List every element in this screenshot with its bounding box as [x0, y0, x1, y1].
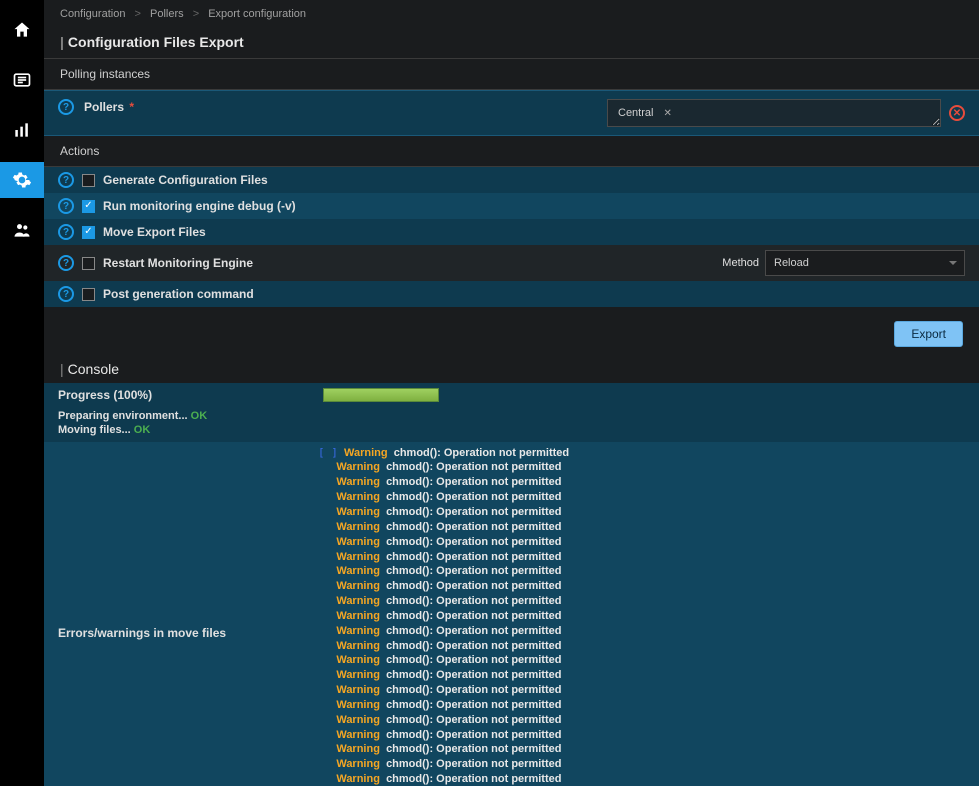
users-icon: [12, 220, 32, 240]
status-lines: Preparing environment... OKMoving files.…: [44, 407, 979, 442]
sidebar-item-home[interactable]: [0, 12, 44, 48]
warning-line: Warning chmod(): Operation not permitted: [318, 639, 569, 654]
action-row-debug: ? Run monitoring engine debug (-v): [44, 193, 979, 219]
gear-icon: [12, 170, 32, 190]
errors-content: [ ] Warning chmod(): Operation not permi…: [318, 446, 569, 786]
warning-line: Warning chmod(): Operation not permitted: [318, 520, 569, 535]
sidebar-item-reports[interactable]: [0, 112, 44, 148]
warning-line: Warning chmod(): Operation not permitted: [318, 698, 569, 713]
clear-all-icon[interactable]: ✕: [949, 105, 965, 121]
action-row-postcmd: ? Post generation command: [44, 281, 979, 307]
warning-line: Warning chmod(): Operation not permitted: [318, 668, 569, 683]
pollers-label: Pollers *: [84, 99, 134, 114]
action-row-move: ? Move Export Files: [44, 219, 979, 245]
console-title: |Console: [44, 357, 979, 383]
warning-line: Warning chmod(): Operation not permitted: [318, 505, 569, 520]
sidebar: [0, 0, 44, 786]
actions-list: ? Generate Configuration Files? Run monito…: [44, 167, 979, 307]
warning-line: [ ] Warning chmod(): Operation not permi…: [318, 446, 569, 461]
main-content: Configuration > Pollers > Export configu…: [44, 0, 979, 786]
action-label: Post generation command: [103, 287, 254, 301]
warning-line: Warning chmod(): Operation not permitted: [318, 653, 569, 668]
checkbox-move[interactable]: [82, 226, 95, 239]
status-line: Moving files... OK: [58, 423, 965, 437]
warning-line: Warning chmod(): Operation not permitted: [318, 460, 569, 475]
section-polling-instances: Polling instances: [44, 59, 979, 89]
poller-tag: Central ✕: [614, 106, 676, 120]
breadcrumb-part[interactable]: Pollers: [150, 8, 184, 20]
warning-line: Warning chmod(): Operation not permitted: [318, 728, 569, 743]
method-label: Method: [722, 257, 759, 269]
tag-remove-icon[interactable]: ✕: [663, 108, 671, 119]
help-icon[interactable]: ?: [58, 99, 74, 115]
action-label: Run monitoring engine debug (-v): [103, 199, 296, 213]
warning-line: Warning chmod(): Operation not permitted: [318, 609, 569, 624]
warning-line: Warning chmod(): Operation not permitted: [318, 742, 569, 757]
sidebar-item-configuration[interactable]: [0, 162, 44, 198]
progress-bar: [323, 388, 439, 402]
breadcrumb-part[interactable]: Configuration: [60, 8, 125, 20]
checkbox-restart[interactable]: [82, 257, 95, 270]
warning-line: Warning chmod(): Operation not permitted: [318, 475, 569, 490]
breadcrumb-sep: >: [135, 8, 141, 20]
status-line: Preparing environment... OK: [58, 409, 965, 423]
warning-line: Warning chmod(): Operation not permitted: [318, 713, 569, 728]
warning-line: Warning chmod(): Operation not permitted: [318, 683, 569, 698]
warning-line: Warning chmod(): Operation not permitted: [318, 594, 569, 609]
warning-line: Warning chmod(): Operation not permitted: [318, 564, 569, 579]
pollers-row: ? Pollers * Central ✕ ✕: [44, 90, 979, 136]
errors-label: Errors/warnings in move files: [58, 446, 318, 640]
export-button-row: Export: [44, 307, 979, 357]
home-icon: [12, 20, 32, 40]
breadcrumb-sep: >: [193, 8, 199, 20]
warning-line: Warning chmod(): Operation not permitted: [318, 490, 569, 505]
page-title: |Configuration Files Export: [44, 28, 979, 58]
breadcrumb: Configuration > Pollers > Export configu…: [44, 0, 979, 28]
warning-line: Warning chmod(): Operation not permitted: [318, 535, 569, 550]
pollers-input[interactable]: Central ✕: [607, 99, 941, 127]
help-icon[interactable]: ?: [58, 255, 74, 271]
progress-label: Progress (100%): [58, 388, 313, 402]
warning-line: Warning chmod(): Operation not permitted: [318, 579, 569, 594]
help-icon[interactable]: ?: [58, 198, 74, 214]
sidebar-item-monitoring[interactable]: [0, 62, 44, 98]
action-label: Restart Monitoring Engine: [103, 256, 253, 270]
export-button[interactable]: Export: [894, 321, 963, 347]
checkbox-debug[interactable]: [82, 200, 95, 213]
checkbox-postcmd[interactable]: [82, 288, 95, 301]
method-wrap: Method Reload: [722, 250, 965, 276]
help-icon[interactable]: ?: [58, 286, 74, 302]
method-select[interactable]: Reload: [765, 250, 965, 276]
errors-row: Errors/warnings in move files [ ] Warnin…: [44, 442, 979, 786]
warning-line: Warning chmod(): Operation not permitted: [318, 772, 569, 786]
action-row-generate: ? Generate Configuration Files: [44, 167, 979, 193]
action-label: Generate Configuration Files: [103, 173, 268, 187]
warning-line: Warning chmod(): Operation not permitted: [318, 757, 569, 772]
breadcrumb-part[interactable]: Export configuration: [208, 8, 306, 20]
section-actions: Actions: [44, 136, 979, 166]
pollers-input-wrap: Central ✕ ✕: [607, 99, 965, 127]
list-icon: [12, 70, 32, 90]
chart-icon: [12, 120, 32, 140]
help-icon[interactable]: ?: [58, 224, 74, 240]
warning-line: Warning chmod(): Operation not permitted: [318, 550, 569, 565]
help-icon[interactable]: ?: [58, 172, 74, 188]
sidebar-item-admin[interactable]: [0, 212, 44, 248]
console-body: Progress (100%) Preparing environment...…: [44, 383, 979, 786]
progress-row: Progress (100%): [44, 383, 979, 407]
action-label: Move Export Files: [103, 225, 206, 239]
warning-line: Warning chmod(): Operation not permitted: [318, 624, 569, 639]
action-row-restart: ? Restart Monitoring Engine Method Reload: [44, 245, 979, 281]
checkbox-generate[interactable]: [82, 174, 95, 187]
